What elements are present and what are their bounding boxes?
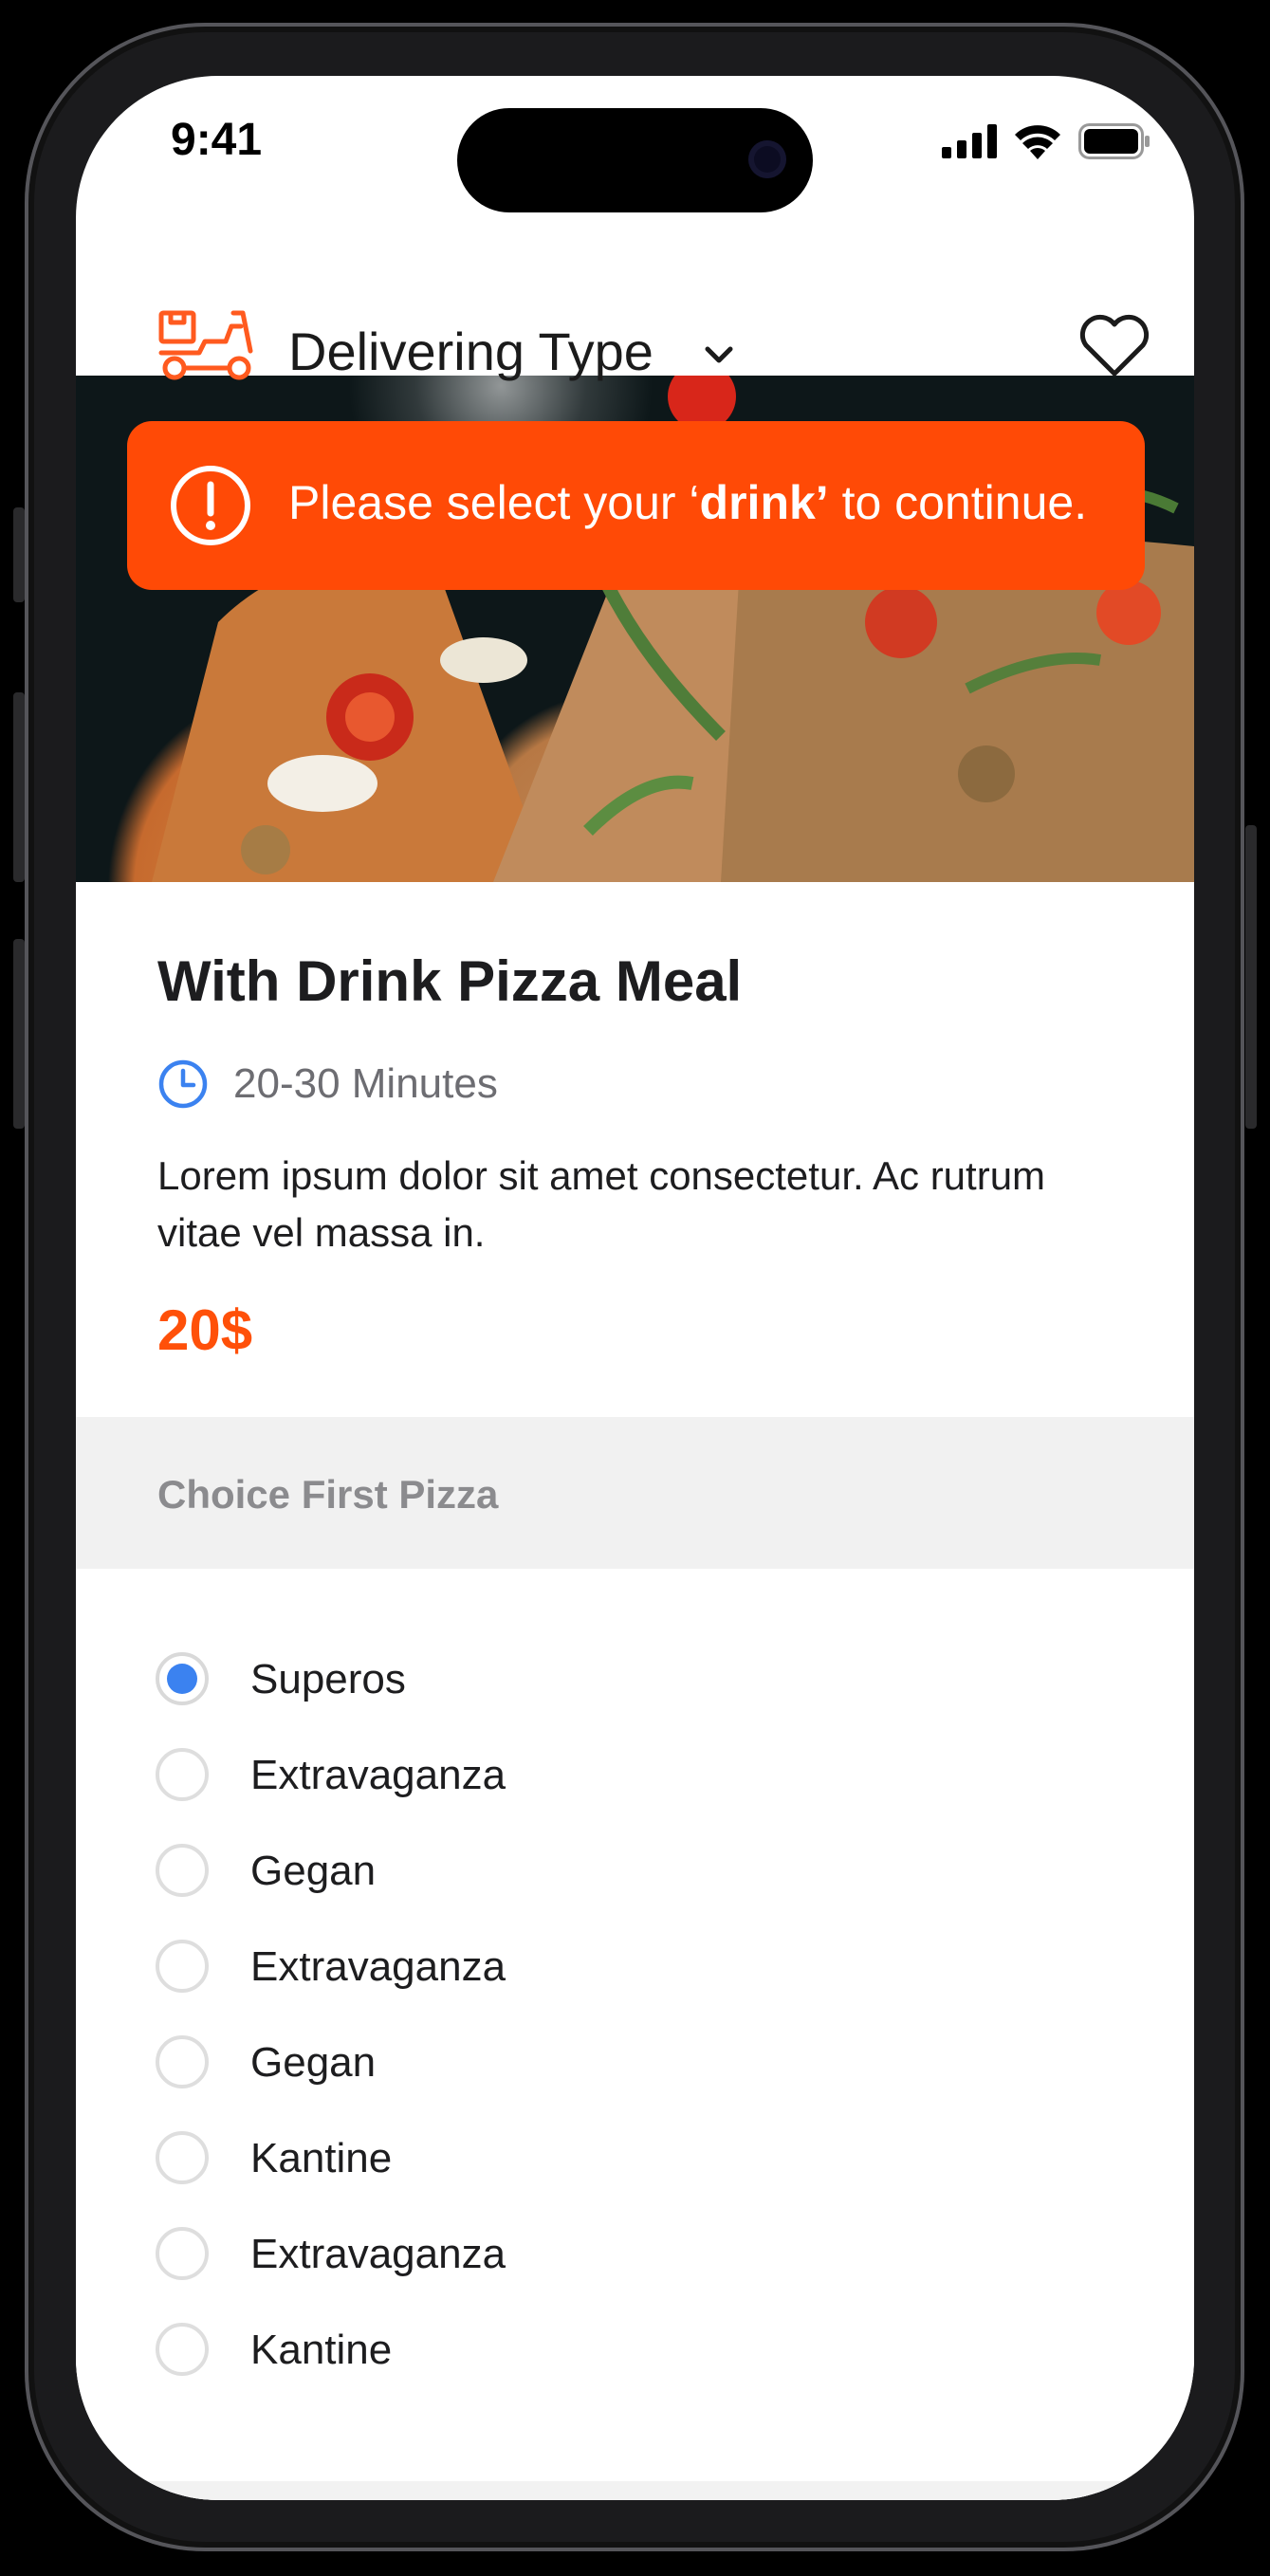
option-label: Gegan: [250, 1848, 377, 1894]
section-title: Choice First Pizza: [157, 1472, 499, 1517]
header-title[interactable]: Delivering Type: [288, 321, 653, 382]
alert-message-suffix: to continue.: [828, 476, 1088, 529]
app-header: Delivering Type: [76, 218, 1194, 381]
status-time: 9:41: [171, 115, 263, 165]
radio-button[interactable]: [156, 2131, 209, 2184]
pizza-option[interactable]: Extravaganza: [76, 1727, 1194, 1823]
camera-lens: [748, 140, 786, 178]
prep-time: 20-30 Minutes: [233, 1060, 498, 1107]
alert-message-highlight: drink’: [699, 476, 829, 529]
pizza-option[interactable]: Extravaganza: [76, 1919, 1194, 2015]
option-label: Extravaganza: [250, 1943, 506, 1990]
meal-description: Lorem ipsum dolor sit amet consectetur. …: [157, 1153, 1046, 1255]
drink-required-alert: Please select your ‘drink’ to continue.: [127, 421, 1145, 590]
delivery-scooter-icon: [158, 310, 253, 380]
radio-button[interactable]: [156, 2323, 209, 2376]
section-header: Choice First Pizza: [76, 1417, 1194, 1569]
radio-button[interactable]: [156, 1652, 209, 1705]
wifi-icon: [1015, 125, 1060, 159]
option-label: Gegan: [250, 2039, 377, 2086]
pizza-options-list: Superos Extravaganza Gegan Extravaganza …: [76, 1631, 1194, 2398]
option-label: Superos: [250, 1656, 406, 1702]
option-label: Extravaganza: [250, 1752, 506, 1798]
pizza-option[interactable]: Superos: [76, 1631, 1194, 1727]
dynamic-island: [457, 108, 813, 212]
pizza-option[interactable]: Gegan: [76, 1823, 1194, 1919]
option-label: Kantine: [250, 2135, 393, 2181]
chevron-down-icon[interactable]: [700, 336, 738, 374]
meal-title: With Drink Pizza Meal: [157, 949, 743, 1013]
pizza-option[interactable]: Gegan: [76, 2015, 1194, 2110]
signal-icon: [942, 124, 997, 158]
status-icons: [942, 123, 1150, 159]
radio-button[interactable]: [156, 2227, 209, 2280]
pizza-option[interactable]: Extravaganza: [76, 2206, 1194, 2302]
status-bar: 9:41: [76, 76, 1194, 212]
heart-icon[interactable]: [1077, 313, 1151, 379]
option-label: Kantine: [250, 2327, 393, 2373]
radio-button[interactable]: [156, 1940, 209, 1993]
power-button: [1245, 825, 1257, 1129]
bottom-section-strip: [76, 2481, 1194, 2500]
alert-circle-icon: [171, 466, 250, 545]
battery-icon: [1078, 123, 1150, 159]
pizza-option[interactable]: Kantine: [76, 2302, 1194, 2398]
volume-up-button: [13, 692, 25, 882]
radio-button[interactable]: [156, 1748, 209, 1801]
radio-button[interactable]: [156, 2035, 209, 2088]
pizza-option[interactable]: Kantine: [76, 2110, 1194, 2206]
volume-down-button: [13, 939, 25, 1129]
mute-switch: [13, 507, 25, 602]
meal-info-card: With Drink Pizza Meal 20-30 Minutes Lore…: [76, 882, 1194, 2500]
radio-button[interactable]: [156, 1844, 209, 1897]
option-label: Extravaganza: [250, 2231, 506, 2277]
phone-screen: 9:41 Delivering Type Please select your …: [76, 76, 1194, 2500]
alert-message: Please select your ‘drink’ to continue.: [288, 475, 1087, 530]
alert-message-prefix: Please select your ‘: [288, 476, 700, 529]
meal-price: 20$: [157, 1298, 253, 1362]
clock-icon: [158, 1059, 208, 1109]
